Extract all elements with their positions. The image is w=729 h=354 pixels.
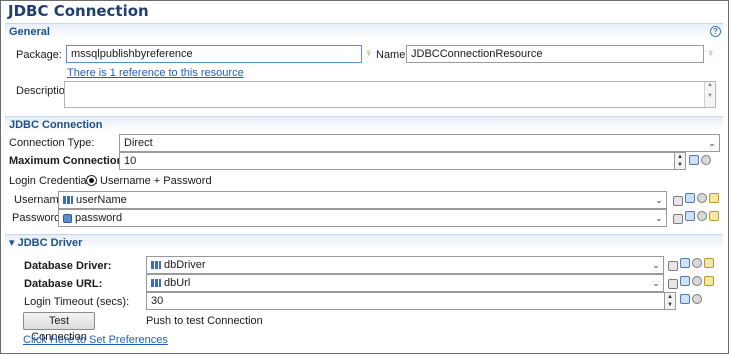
name-input[interactable]: JDBCConnectionResource [406, 45, 704, 63]
lightbulb-icon[interactable]: ♀ [707, 48, 715, 60]
chevron-down-icon[interactable]: ⌄ [649, 257, 663, 273]
spin-up-icon[interactable]: ▲ [675, 153, 685, 161]
login-timeout-value: 30 [151, 295, 164, 307]
credentials-radio[interactable] [86, 175, 97, 186]
login-timeout-input[interactable]: 30 ▲ ▼ [146, 292, 676, 310]
package-input[interactable]: mssqlpublishbyreference [66, 45, 362, 63]
name-label: Name: [376, 49, 409, 61]
database-url-value: dbUrl [164, 277, 191, 289]
database-driver-label: Database Driver: [24, 260, 112, 272]
spin-down-icon[interactable]: ▼ [665, 301, 675, 309]
max-connections-value: 10 [124, 155, 137, 167]
username-select[interactable]: userName ⌄ [58, 191, 667, 209]
database-url-label: Database URL: [24, 278, 103, 290]
edit-property-icon[interactable] [673, 214, 683, 224]
database-driver-select[interactable]: dbDriver ⌄ [146, 256, 664, 274]
test-connection-hint: Push to test Connection [146, 315, 263, 327]
clear-icon[interactable] [697, 211, 707, 221]
scroll-down-icon[interactable]: ▼ [705, 93, 715, 99]
section-jdbc-connection-title: JDBC Connection [9, 119, 103, 131]
database-url-select[interactable]: dbUrl ⌄ [146, 274, 664, 292]
credentials-option-label: Username + Password [100, 175, 212, 187]
module-property-icon [151, 279, 161, 288]
connection-type-select[interactable]: Direct ⌄ [119, 134, 720, 152]
package-label: Package: [16, 49, 62, 61]
login-timeout-label: Login Timeout (secs): [24, 296, 130, 308]
max-connections-input[interactable]: 10 ▲ ▼ [119, 152, 686, 170]
login-timeout-spinner[interactable]: ▲ ▼ [664, 293, 675, 309]
connection-type-value: Direct [124, 137, 153, 149]
clear-icon[interactable] [697, 193, 707, 203]
password-value: password [75, 212, 123, 224]
shared-resource-icon[interactable] [685, 193, 695, 203]
spin-down-icon[interactable]: ▼ [675, 161, 685, 169]
edit-property-icon[interactable] [673, 196, 683, 206]
description-scrollbar[interactable]: ▲ ▼ [704, 82, 715, 107]
section-general-title: General [9, 26, 50, 38]
module-property-icon [63, 196, 73, 205]
shared-resource-icon[interactable] [685, 211, 695, 221]
max-connections-label: Maximum Connections: [9, 155, 134, 167]
max-connections-spinner[interactable]: ▲ ▼ [674, 153, 685, 169]
module-property-icon [151, 261, 161, 270]
scroll-up-icon[interactable]: ▲ [705, 82, 715, 88]
module-property-icon[interactable] [680, 294, 690, 304]
edit-property-icon[interactable] [668, 279, 678, 289]
spin-up-icon[interactable]: ▲ [665, 293, 675, 301]
clear-icon[interactable] [701, 155, 711, 165]
password-select[interactable]: password ⌄ [58, 209, 667, 227]
connection-type-label: Connection Type: [9, 137, 95, 149]
reference-link[interactable]: There is 1 reference to this resource [67, 66, 244, 80]
shared-resource-icon [63, 213, 72, 223]
module-property-icon[interactable] [689, 155, 699, 165]
edit-property-icon[interactable] [668, 261, 678, 271]
database-driver-value: dbDriver [164, 259, 206, 271]
shared-resource-icon[interactable] [680, 276, 690, 286]
folder-icon[interactable] [709, 211, 719, 221]
folder-icon[interactable] [704, 276, 714, 286]
clear-icon[interactable] [692, 294, 702, 304]
chevron-down-icon[interactable]: ⌄ [705, 135, 719, 151]
section-jdbc-driver-title: JDBC Driver [17, 237, 83, 249]
section-general-header[interactable]: General [5, 23, 723, 39]
login-credentials-label: Login Credentials: [9, 175, 98, 187]
test-connection-button[interactable]: Test Connection [23, 312, 95, 343]
clear-icon[interactable] [692, 276, 702, 286]
section-jdbc-connection-header[interactable]: JDBC Connection [5, 116, 723, 132]
chevron-down-icon[interactable]: ⌄ [652, 210, 666, 226]
collapse-icon[interactable]: ▾ [9, 237, 15, 249]
password-label: Password: [12, 212, 64, 224]
set-preferences-link[interactable]: Click Here to Set Preferences [23, 333, 168, 347]
username-value: userName [76, 194, 127, 206]
description-textarea[interactable]: ▲ ▼ [64, 81, 716, 108]
shared-resource-icon[interactable] [680, 258, 690, 268]
chevron-down-icon[interactable]: ⌄ [652, 192, 666, 208]
chevron-down-icon[interactable]: ⌄ [649, 275, 663, 291]
section-jdbc-driver-header[interactable]: ▾ JDBC Driver [5, 234, 723, 250]
folder-icon[interactable] [709, 193, 719, 203]
clear-icon[interactable] [692, 258, 702, 268]
page-title: JDBC Connection [8, 2, 149, 20]
folder-icon[interactable] [704, 258, 714, 268]
lightbulb-icon[interactable]: ♀ [365, 48, 373, 60]
help-icon[interactable]: ? [710, 26, 721, 37]
